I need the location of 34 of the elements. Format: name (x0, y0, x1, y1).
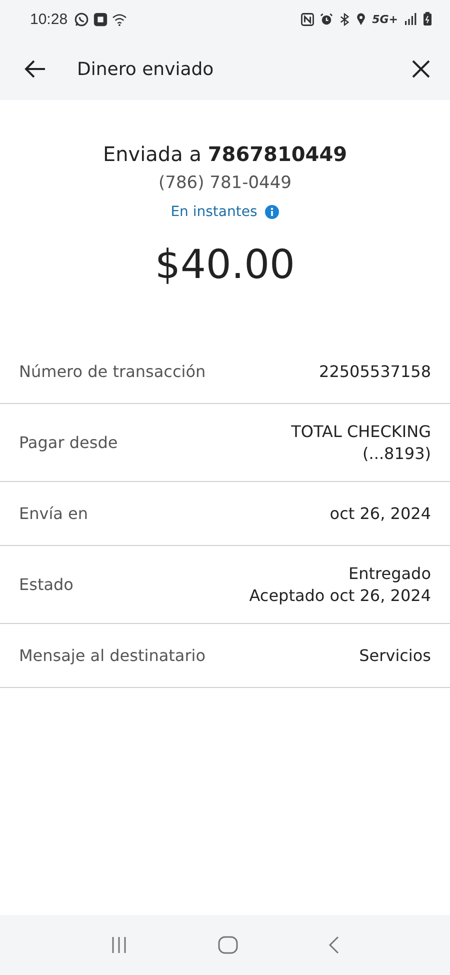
detail-label: Estado (19, 575, 74, 594)
network-label: 5G+ (372, 12, 398, 26)
back-chevron-icon (328, 936, 340, 954)
chat-icon (74, 12, 89, 26)
close-icon (412, 60, 430, 78)
amount: $40.00 (155, 242, 295, 288)
page-title: Dinero enviado (77, 58, 215, 80)
wifi-icon (112, 12, 127, 26)
detail-label: Mensaje al destinatario (19, 646, 206, 665)
detail-label: Envía en (19, 504, 88, 523)
home-icon (218, 936, 238, 954)
alarm-icon (320, 12, 334, 26)
detail-value: Servicios (359, 646, 431, 665)
status-time: 10:28 (30, 10, 68, 28)
recipient-heading: Enviada a 7867810449 (102, 142, 348, 166)
signal-icon (404, 13, 417, 25)
nfc-icon (301, 12, 314, 26)
recipient-phone: (786) 781-0449 (158, 173, 292, 193)
back-arrow-icon (24, 59, 46, 79)
detail-value: TOTAL CHECKING (291, 422, 431, 441)
app-icon (92, 12, 108, 26)
detail-value: oct 26, 2024 (330, 504, 431, 523)
location-icon (356, 12, 366, 26)
detail-label: Número de transacción (19, 362, 206, 381)
battery-icon (423, 12, 432, 26)
detail-value: Entregado (348, 564, 431, 583)
detail-value: (...8193) (362, 444, 431, 463)
bluetooth-icon (339, 12, 350, 26)
detail-value: 22505537158 (319, 362, 431, 381)
delivery-speed: En instantes (170, 204, 258, 220)
detail-value: Aceptado oct 26, 2024 (249, 586, 431, 605)
info-icon[interactable] (265, 205, 280, 219)
recent-apps-icon (110, 936, 128, 954)
detail-label: Pagar desde (19, 433, 118, 452)
